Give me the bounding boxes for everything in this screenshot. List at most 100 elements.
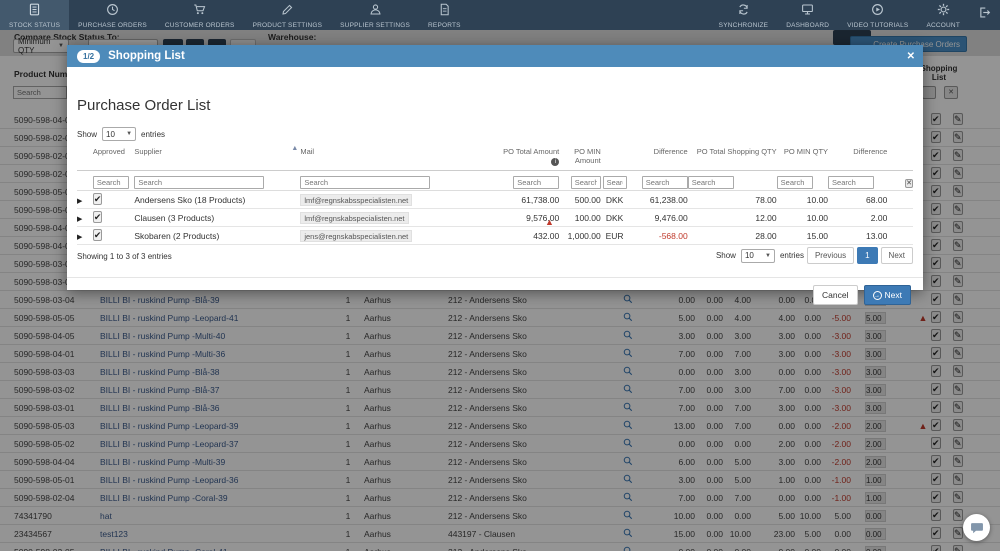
nav-label: REPORTS (428, 22, 461, 29)
gear-icon (937, 3, 950, 22)
difference-cell: 61,238.00 (628, 195, 687, 205)
po-total-cell: 61,738.00 (490, 195, 559, 205)
nav-label: SYNCHRONIZE (719, 22, 769, 29)
currency-cell: EUR (601, 231, 629, 241)
col-approved[interactable]: Approved (93, 147, 135, 156)
nav-label: CUSTOMER ORDERS (165, 22, 235, 29)
difference-cell: 9,476.00 (628, 213, 687, 223)
previous-page-button[interactable]: Previous (807, 247, 854, 264)
next-button[interactable]: →Next (864, 285, 911, 305)
nav-label: VIDEO TUTORIALS (847, 22, 908, 29)
nav-item-account[interactable]: ACCOUNT (917, 0, 969, 30)
supplier-search-input[interactable] (134, 176, 264, 189)
nav-label: STOCK STATUS (9, 22, 60, 29)
chat-bubble-icon (970, 521, 984, 535)
next-page-button[interactable]: Next (881, 247, 913, 264)
table-header-row: Approved Supplier▲ Mail PO Total Amounti… (77, 147, 913, 171)
approved-search-input[interactable] (93, 176, 129, 189)
stock-status-icon (28, 3, 41, 22)
nav-label: DASHBOARD (786, 22, 829, 29)
mail-field[interactable]: lmf@regnskabspecialisten.net (300, 212, 408, 224)
modal-body: Purchase Order List Show 10▼ entries App… (67, 67, 923, 290)
pagination-row: Show 10▼ entries Previous 1 Next (716, 247, 913, 264)
mail-search-input[interactable] (300, 176, 430, 189)
col-po-min-qty[interactable]: PO MIN QTY (777, 147, 828, 156)
expand-icon[interactable]: ▶ (77, 231, 93, 241)
supplier-cell: Skobaren (2 Products) (134, 231, 300, 241)
clear-filters-button[interactable]: ✕ (905, 179, 913, 188)
shop-qty-cell: 12.00 (688, 213, 777, 223)
modal-title: Shopping List (108, 50, 185, 62)
nav-item-reports[interactable]: REPORTS (419, 0, 470, 30)
difference2-cell: 2.00 (828, 213, 887, 223)
mail-field[interactable]: jens@regnskabspecialisten.net (300, 230, 412, 242)
nav-item-dashboard[interactable]: DASHBOARD (777, 0, 838, 30)
difference2-search-input[interactable] (828, 176, 874, 189)
entries-per-page-select[interactable]: 10▼ (102, 127, 136, 141)
info-icon: i (551, 158, 559, 166)
nav-item-video-tutorials[interactable]: VIDEO TUTORIALS (838, 0, 917, 30)
show-label: Show (716, 251, 736, 260)
nav-item-stock-status[interactable]: STOCK STATUS (0, 0, 69, 30)
col-supplier[interactable]: Supplier▲ (134, 147, 300, 156)
po-min-search-input[interactable] (571, 176, 601, 189)
arrow-circle-icon: → (873, 291, 882, 300)
expand-icon[interactable]: ▶ (77, 213, 93, 223)
col-po-total-amount[interactable]: PO Total Amounti (490, 147, 559, 166)
shop-qty-search-input[interactable] (688, 176, 734, 189)
po-min-cell: 1,000.00 (559, 231, 601, 241)
approved-checkbox[interactable]: ✔ (93, 211, 103, 223)
difference-search-input[interactable] (642, 176, 688, 189)
logout-icon (978, 6, 991, 25)
min-qty-cell: 15.00 (777, 231, 828, 241)
col-po-total-shopping-qty[interactable]: PO Total Shopping QTY (688, 147, 777, 156)
nav-item-customer-orders[interactable]: CUSTOMER ORDERS (156, 0, 244, 30)
show-label: Show (77, 130, 97, 139)
close-icon[interactable]: ✕ (907, 51, 915, 62)
difference2-cell: 68.00 (828, 195, 887, 205)
min-qty-cell: 10.00 (777, 213, 828, 223)
sync-icon (737, 3, 750, 22)
difference2-cell: 13.00 (828, 231, 887, 241)
entries-per-page-select[interactable]: 10▼ (741, 249, 775, 263)
chat-widget-button[interactable] (963, 514, 990, 541)
shop-qty-cell: 78.00 (688, 195, 777, 205)
nav-right: SYNCHRONIZE DASHBOARD VIDEO TUTORIALS AC… (710, 0, 1000, 30)
approved-checkbox[interactable]: ✔ (93, 229, 103, 241)
table-row: ▶ ✔ Skobaren (2 Products) jens@regnskabs… (77, 227, 913, 245)
col-mail[interactable]: Mail (300, 147, 490, 156)
nav-item-supplier-settings[interactable]: SUPPLIER SETTINGS (331, 0, 419, 30)
nav-item-synchronize[interactable]: SYNCHRONIZE (710, 0, 778, 30)
sort-asc-icon: ▲ (291, 145, 298, 152)
col-po-min-amount[interactable]: PO MIN Amount (559, 147, 601, 165)
page-title: Purchase Order List (77, 97, 210, 114)
warning-icon: ▲ (545, 217, 554, 227)
play-circle-icon (871, 3, 884, 22)
mail-field[interactable]: lmf@regnskabsspecialisten.net (300, 194, 412, 206)
expand-icon[interactable]: ▶ (77, 195, 93, 205)
min-qty-search-input[interactable] (777, 176, 813, 189)
currency-cell: DKK (601, 213, 629, 223)
cancel-button[interactable]: Cancel (813, 285, 857, 305)
nav-label: ACCOUNT (926, 22, 960, 29)
cart-icon (193, 3, 206, 22)
po-min-cell: 500.00 (559, 195, 601, 205)
nav-item-purchase-orders[interactable]: PURCHASE ORDERS (69, 0, 156, 30)
app-root: STOCK STATUS PURCHASE ORDERS CUSTOMER OR… (0, 0, 1000, 551)
nav-item-product-settings[interactable]: PRODUCT SETTINGS (244, 0, 332, 30)
step-badge: 1/2 (77, 50, 100, 63)
po-total-search-input[interactable] (513, 176, 559, 189)
top-navbar: STOCK STATUS PURCHASE ORDERS CUSTOMER OR… (0, 0, 1000, 30)
col-difference2[interactable]: Difference (828, 147, 887, 156)
nav-label: PURCHASE ORDERS (78, 22, 147, 29)
currency-search-input[interactable] (603, 176, 627, 189)
modal-footer: Cancel →Next (67, 277, 923, 312)
show-entries-row: Show 10▼ entries (77, 127, 165, 141)
nav-item-logout[interactable] (969, 0, 1000, 30)
pencil-icon (281, 3, 294, 22)
page-1-button[interactable]: 1 (857, 247, 877, 264)
supplier-cell: Andersens Sko (18 Products) (134, 195, 300, 205)
approved-checkbox[interactable]: ✔ (93, 193, 103, 205)
table-search-row: ✕ (77, 171, 913, 191)
col-difference[interactable]: Difference (628, 147, 687, 156)
